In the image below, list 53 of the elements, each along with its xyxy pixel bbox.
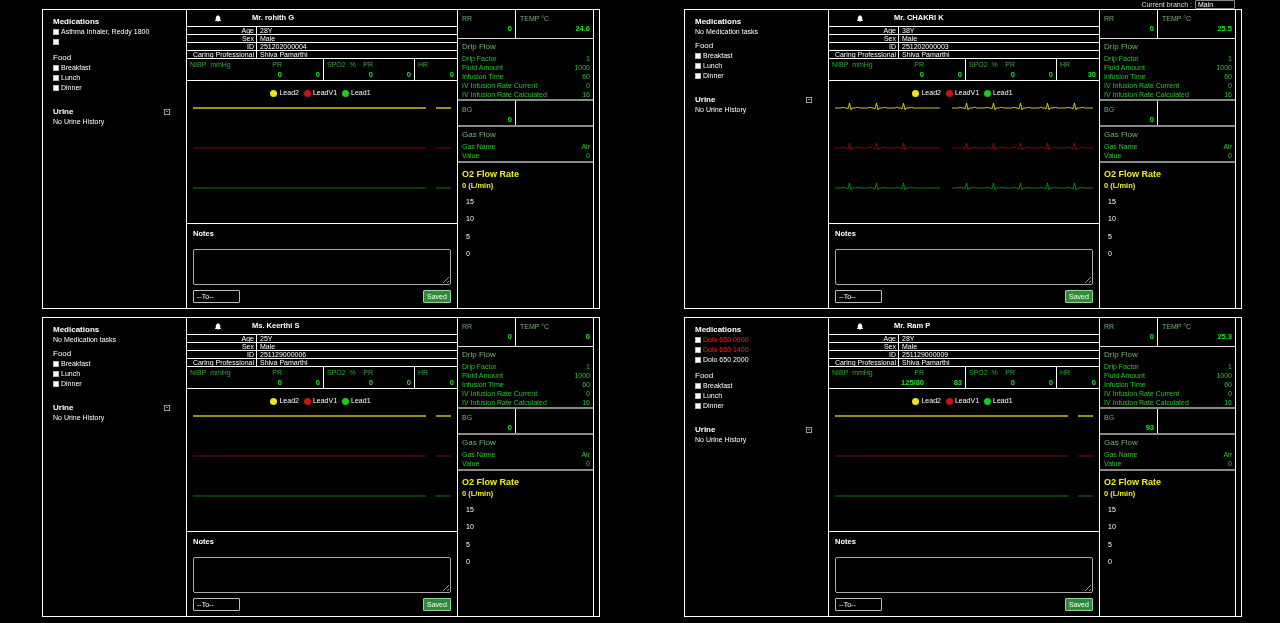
minus-square-icon[interactable] bbox=[164, 405, 170, 411]
section-title: Medications bbox=[695, 325, 743, 335]
checkbox[interactable] bbox=[53, 39, 59, 45]
section-title: Drip Flow bbox=[1104, 42, 1139, 51]
checkbox[interactable] bbox=[53, 381, 59, 387]
section-title: Gas Flow bbox=[462, 130, 497, 139]
checkbox[interactable] bbox=[695, 337, 701, 343]
o2-title: O2 Flow Rate bbox=[1104, 477, 1162, 487]
section-title: Gas Flow bbox=[1104, 130, 1139, 139]
checkbox[interactable] bbox=[695, 393, 701, 399]
checkbox[interactable] bbox=[695, 53, 701, 59]
o2-title: O2 Flow Rate bbox=[1104, 169, 1162, 179]
section-title: Urine bbox=[695, 425, 716, 435]
o2-title: O2 Flow Rate bbox=[462, 477, 520, 487]
o2-title: O2 Flow Rate bbox=[462, 169, 520, 179]
checkbox[interactable] bbox=[695, 73, 701, 79]
minus-square-icon[interactable] bbox=[806, 427, 812, 433]
section-title: Urine bbox=[53, 107, 74, 117]
checkbox[interactable] bbox=[53, 29, 59, 35]
section-title: Urine bbox=[53, 403, 74, 413]
section-title: Drip Flow bbox=[1104, 350, 1139, 359]
checkbox[interactable] bbox=[695, 383, 701, 389]
notes-field[interactable] bbox=[193, 249, 451, 285]
section-title: Food bbox=[53, 53, 73, 63]
notes-field[interactable] bbox=[835, 557, 1093, 593]
section-title: Medications bbox=[53, 325, 101, 335]
bell-icon[interactable] bbox=[215, 323, 221, 330]
section-title: Food bbox=[53, 349, 73, 359]
checkbox[interactable] bbox=[53, 361, 59, 367]
checkbox[interactable] bbox=[53, 65, 59, 71]
section-title: Drip Flow bbox=[462, 350, 497, 359]
checkbox[interactable] bbox=[53, 75, 59, 81]
bell-icon[interactable] bbox=[215, 15, 221, 22]
checkbox[interactable] bbox=[695, 357, 701, 363]
minus-square-icon[interactable] bbox=[806, 97, 812, 103]
section-title: Urine bbox=[695, 95, 716, 105]
section-title: Medications bbox=[695, 17, 743, 27]
checkbox[interactable] bbox=[53, 85, 59, 91]
checkbox[interactable] bbox=[695, 347, 701, 353]
bell-icon[interactable] bbox=[857, 323, 863, 330]
section-title: Gas Flow bbox=[462, 438, 497, 447]
section-title: Food bbox=[695, 371, 715, 381]
notes-field[interactable] bbox=[193, 557, 451, 593]
checkbox[interactable] bbox=[695, 63, 701, 69]
checkbox[interactable] bbox=[695, 403, 701, 409]
section-title: Gas Flow bbox=[1104, 438, 1139, 447]
section-title: Drip Flow bbox=[462, 42, 497, 51]
checkbox[interactable] bbox=[53, 371, 59, 377]
notes-field[interactable] bbox=[835, 249, 1093, 285]
section-title: Medications bbox=[53, 17, 101, 27]
minus-square-icon[interactable] bbox=[164, 109, 170, 115]
bell-icon[interactable] bbox=[857, 15, 863, 22]
section-title: Food bbox=[695, 41, 715, 51]
